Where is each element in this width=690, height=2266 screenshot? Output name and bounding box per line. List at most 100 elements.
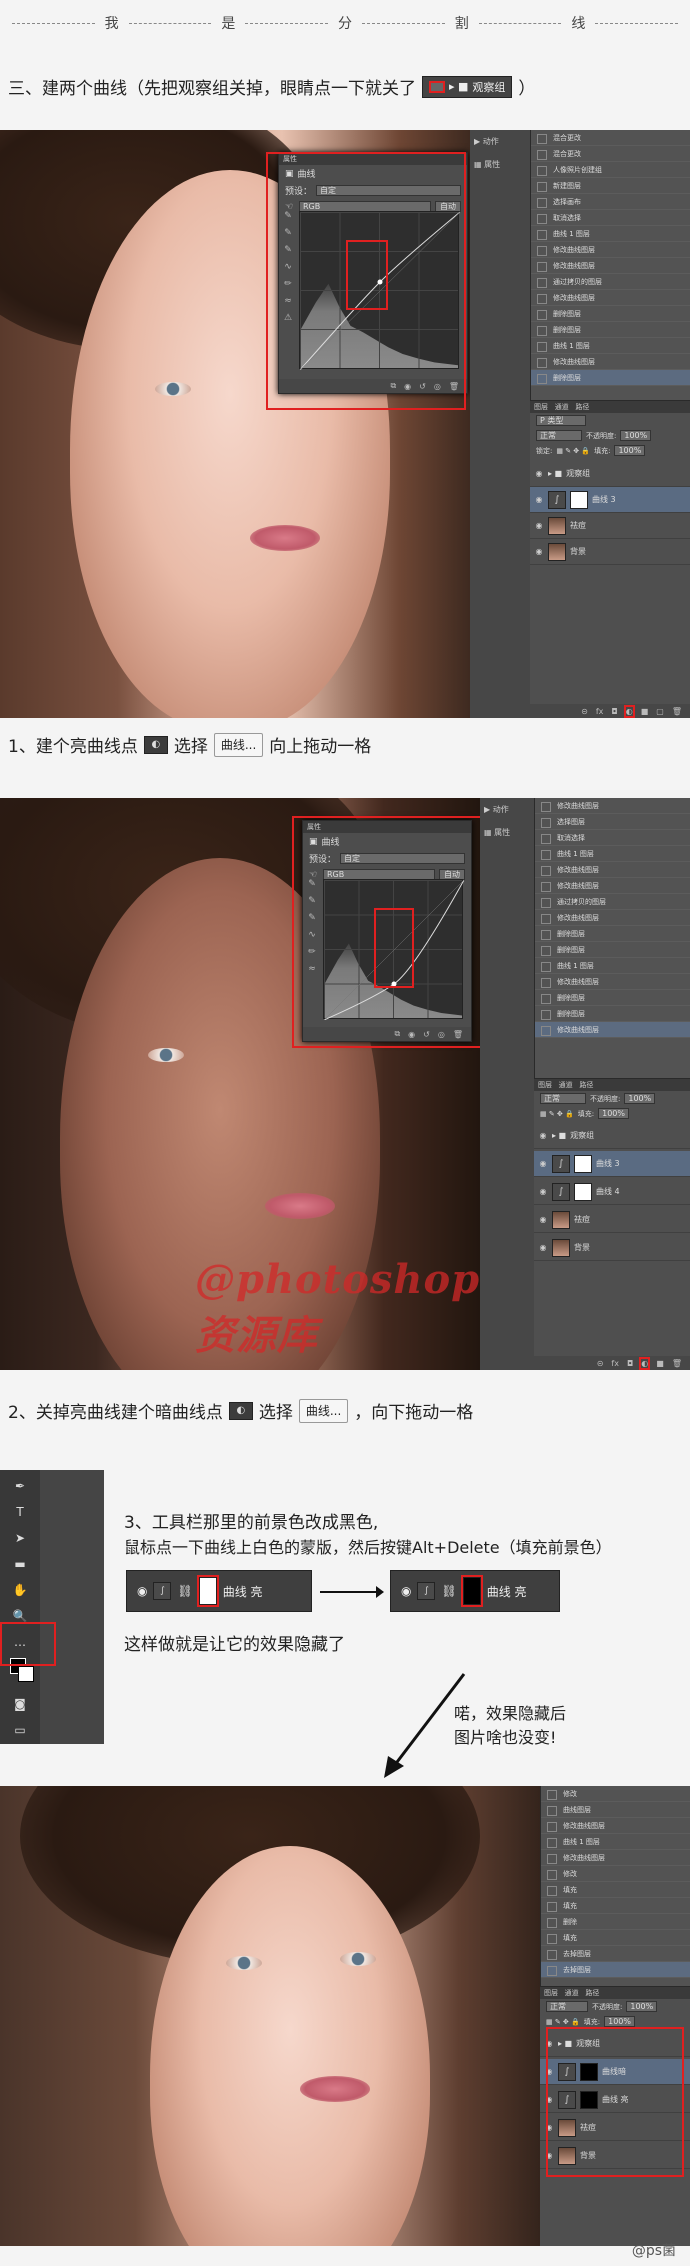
history-item[interactable]: 曲线 1 图层 [541, 1834, 690, 1850]
mask-icon[interactable]: ◘ [627, 1359, 633, 1368]
history-item[interactable]: 修改曲线图层 [531, 242, 690, 258]
history-item[interactable]: 选择画布 [531, 194, 690, 210]
folder-icon[interactable]: ■ [656, 1359, 664, 1368]
history-item[interactable]: 去掉图层 [541, 1946, 690, 1962]
history-item[interactable]: 通过拷贝的图层 [535, 894, 690, 910]
fill-input[interactable]: 100% [598, 1108, 629, 1119]
history-item[interactable]: 删除图层 [535, 942, 690, 958]
history-item[interactable]: 修改 [541, 1786, 690, 1802]
history-item[interactable]: 选择图层 [535, 814, 690, 830]
properties-icon[interactable]: ▦ 属性 [470, 153, 530, 176]
actions-icon[interactable]: ▶ 动作 [480, 798, 534, 821]
layer-row[interactable]: ◉ ▸ ■ 观察组 [530, 461, 690, 487]
eye-icon[interactable]: ◉ [534, 469, 544, 479]
history-item[interactable]: 删除图层 [535, 990, 690, 1006]
layers-tabs[interactable]: 图层 通道 路径 [530, 401, 690, 413]
history-item[interactable]: 修改曲线图层 [535, 878, 690, 894]
history-item[interactable]: 删除图层 [531, 322, 690, 338]
fx-icon[interactable]: fx [596, 707, 604, 716]
layer-row[interactable]: ◉ ∫ 曲线 4 [534, 1179, 690, 1205]
history-item[interactable]: 曲线 1 图层 [531, 226, 690, 242]
history-item[interactable]: 修改曲线图层 [531, 354, 690, 370]
layer-row[interactable]: ◉ ∫ 曲线 3 [534, 1151, 690, 1177]
lock-icons[interactable]: ▦ ✎ ✥ 🔒 [540, 1110, 574, 1118]
folder-icon[interactable]: ■ [641, 707, 649, 716]
trash-icon[interactable]: 🗑 [672, 707, 682, 716]
history-item[interactable]: 修改曲线图层 [541, 1850, 690, 1866]
actions-icon[interactable]: ▶ 动作 [470, 130, 530, 153]
history-item[interactable]: 删除图层 [531, 306, 690, 322]
adjustment-layer-icon[interactable]: ◐ [639, 1356, 651, 1370]
history-item[interactable]: 去掉图层 [541, 1962, 690, 1978]
screen-mode-icon[interactable]: ▭ [10, 1720, 30, 1740]
mask-icon[interactable]: ◘ [611, 707, 617, 716]
history-item[interactable]: 填充 [541, 1898, 690, 1914]
history-item[interactable]: 删除图层 [535, 926, 690, 942]
opacity-input[interactable]: 100% [620, 430, 652, 441]
eye-icon[interactable]: ◉ [538, 1187, 548, 1197]
history-item[interactable]: 曲线 1 图层 [535, 958, 690, 974]
history-item[interactable]: 修改曲线图层 [535, 974, 690, 990]
layer-mask-thumb[interactable] [574, 1154, 592, 1173]
history-item[interactable]: 修改曲线图层 [535, 862, 690, 878]
layer-row[interactable]: ◉ 背景 [534, 1235, 690, 1261]
fill-input[interactable]: 100% [604, 2016, 635, 2027]
eye-icon[interactable]: ◉ [538, 1131, 548, 1141]
history-item[interactable]: 曲线图层 [541, 1802, 690, 1818]
history-item[interactable]: 删除图层 [535, 1006, 690, 1022]
opacity-input[interactable]: 100% [624, 1093, 656, 1104]
blend-mode-select[interactable]: 正常 [540, 1093, 586, 1104]
history-item[interactable]: 删除图层 [531, 370, 690, 386]
history-item[interactable]: 填充 [541, 1882, 690, 1898]
history-item[interactable]: 混合更改 [531, 130, 690, 146]
quick-mask-icon[interactable]: ◙ [10, 1694, 30, 1714]
history-item[interactable]: 修改曲线图层 [535, 798, 690, 814]
path-select-icon[interactable]: ➤ [10, 1528, 30, 1548]
hand-tool-icon[interactable]: ✋ [10, 1580, 30, 1600]
eye-icon[interactable]: ◉ [538, 1243, 548, 1253]
history-item[interactable]: 曲线 1 图层 [535, 846, 690, 862]
background-color[interactable] [18, 1666, 34, 1682]
pen-tool-icon[interactable]: ✒ [10, 1476, 30, 1496]
history-item[interactable]: 取消选择 [535, 830, 690, 846]
fx-icon[interactable]: fx [611, 1359, 619, 1368]
folder-icon[interactable]: ▸ ■ [552, 1131, 566, 1140]
blend-mode-select[interactable]: 正常 [536, 430, 582, 441]
opacity-input[interactable]: 100% [626, 2001, 658, 2012]
eye-icon[interactable]: ◉ [534, 521, 544, 531]
history-item[interactable]: 修改曲线图层 [531, 258, 690, 274]
history-item[interactable]: 通过拷贝的图层 [531, 274, 690, 290]
history-item[interactable]: 填充 [541, 1930, 690, 1946]
history-item[interactable]: 人像照片创建组 [531, 162, 690, 178]
folder-icon[interactable]: ▸ ■ [548, 469, 562, 478]
history-item[interactable]: 修改 [541, 1866, 690, 1882]
history-item[interactable]: 新建图层 [531, 178, 690, 194]
history-item[interactable]: 删除 [541, 1914, 690, 1930]
eye-icon[interactable]: ◉ [534, 547, 544, 557]
blend-mode-select[interactable]: 正常 [546, 2001, 588, 2012]
history-item[interactable]: 修改曲线图层 [531, 290, 690, 306]
history-item[interactable]: 修改曲线图层 [541, 1818, 690, 1834]
new-layer-icon[interactable]: ▢ [656, 707, 664, 716]
layers-tabs[interactable]: 图层 通道 路径 [534, 1079, 690, 1091]
layer-row[interactable]: ◉ ▸ ■ 观察组 [534, 1123, 690, 1149]
history-item[interactable]: 修改曲线图层 [535, 910, 690, 926]
fill-input[interactable]: 100% [614, 445, 646, 456]
layer-row[interactable]: ◉ 背景 [530, 539, 690, 565]
history-item[interactable]: 曲线 1 图层 [531, 338, 690, 354]
link-icon[interactable]: ⊝ [597, 1359, 604, 1368]
adjustment-layer-icon[interactable]: ◐ [623, 704, 635, 718]
properties-icon[interactable]: ▦ 属性 [480, 821, 534, 844]
layer-mask-thumb[interactable] [574, 1182, 592, 1201]
kind-filter[interactable]: P 类型 [536, 415, 586, 426]
shape-tool-icon[interactable]: ▬ [10, 1554, 30, 1574]
eye-icon[interactable]: ◉ [538, 1215, 548, 1225]
link-icon[interactable]: ⊝ [581, 707, 588, 716]
layers-tabs[interactable]: 图层 通道 路径 [540, 1987, 690, 1999]
trash-icon[interactable]: 🗑 [672, 1359, 682, 1368]
lock-icons[interactable]: ▦ ✎ ✥ 🔒 [556, 447, 590, 455]
history-item[interactable]: 修改曲线图层 [535, 1022, 690, 1038]
history-item[interactable]: 混合更改 [531, 146, 690, 162]
type-tool-icon[interactable]: T [10, 1502, 30, 1522]
lock-icons[interactable]: ▦ ✎ ✥ 🔒 [546, 2018, 580, 2026]
